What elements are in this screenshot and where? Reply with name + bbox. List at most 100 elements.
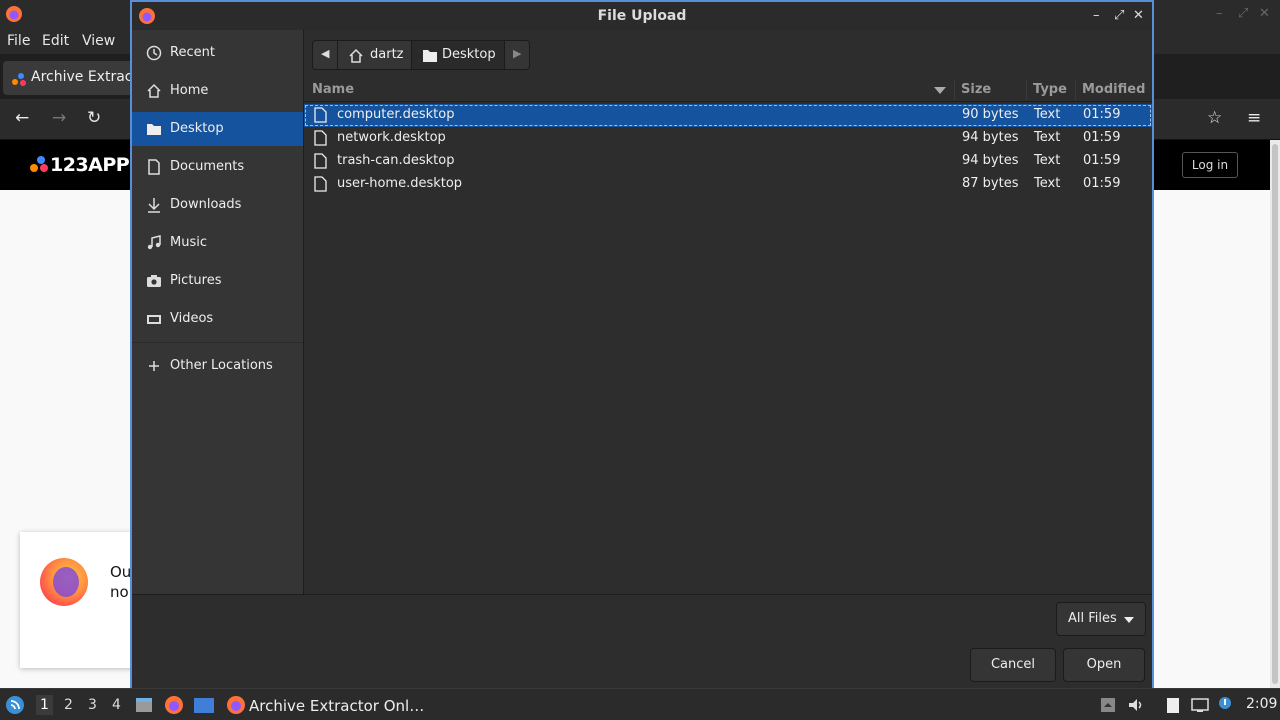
firefox-launcher-icon[interactable]	[164, 695, 184, 715]
dialog-titlebar: File Upload – ⤢ ✕	[132, 2, 1152, 30]
sidebar-item-recent[interactable]: Recent	[132, 36, 303, 70]
column-divider	[1075, 80, 1076, 100]
column-name[interactable]: Name	[312, 82, 354, 97]
hamburger-menu-icon[interactable]: ≡	[1247, 108, 1261, 128]
reload-icon[interactable]: ↻	[87, 108, 101, 128]
path-button-current[interactable]: Desktop	[411, 40, 505, 70]
download-icon	[148, 198, 160, 213]
sidebar-item-label: Videos	[170, 311, 214, 326]
tray-up-arrow-icon[interactable]	[1099, 696, 1117, 714]
sidebar-item-pictures[interactable]: Pictures	[132, 264, 303, 298]
path-label: Desktop	[442, 47, 496, 62]
sidebar-item-other-locations[interactable]: Other Locations	[132, 349, 303, 383]
notice-text-line2: no	[110, 583, 129, 601]
column-type[interactable]: Type	[1033, 82, 1067, 97]
back-icon[interactable]: ←	[15, 108, 29, 128]
menu-edit[interactable]: Edit	[42, 33, 69, 49]
home-icon	[349, 48, 363, 63]
file-size: 90 bytes	[962, 107, 1019, 122]
chevron-left-icon: ◀	[321, 47, 330, 60]
sidebar-item-downloads[interactable]: Downloads	[132, 188, 303, 222]
clock-icon	[146, 45, 162, 61]
menu-file[interactable]: File	[7, 33, 30, 49]
sidebar-item-home[interactable]: Home	[132, 74, 303, 108]
firefox-logo-icon	[40, 558, 88, 606]
filter-label: All Files	[1068, 611, 1117, 626]
notice-text-line1: Ou	[110, 563, 132, 581]
workspace-4[interactable]: 4	[112, 697, 121, 713]
file-row-user-home-desktop[interactable]: user-home.desktop 87 bytes Text 01:59	[304, 173, 1152, 196]
workspace-3[interactable]: 3	[88, 697, 97, 713]
network-icon[interactable]	[1191, 696, 1209, 714]
chevron-right-icon: ▶	[513, 47, 522, 60]
path-back-button[interactable]: ◀	[312, 40, 338, 70]
file-type: Text	[1034, 153, 1061, 168]
firefox-task-icon	[227, 696, 245, 714]
column-modified[interactable]: Modified	[1082, 82, 1145, 97]
column-header: Name Size Type Modified	[304, 78, 1152, 102]
workspace-2[interactable]: 2	[64, 697, 73, 713]
sidebar-item-desktop[interactable]: Desktop	[132, 112, 303, 146]
site-logo[interactable]: 123APPS	[30, 154, 143, 176]
workspace-1[interactable]: 1	[36, 695, 53, 715]
path-bar: ◀ dartz Desktop ▶	[304, 30, 1152, 78]
file-row-network-desktop[interactable]: network.desktop 94 bytes Text 01:59	[304, 127, 1152, 150]
minimize-icon[interactable]: –	[1093, 8, 1100, 23]
folder-icon	[423, 50, 437, 62]
file-type: Text	[1034, 176, 1061, 191]
login-button[interactable]: Log in	[1182, 152, 1238, 178]
clipboard-icon[interactable]	[1164, 696, 1182, 714]
sidebar-item-documents[interactable]: Documents	[132, 150, 303, 184]
terminal-icon[interactable]	[193, 695, 215, 715]
sidebar-item-label: Home	[170, 83, 209, 98]
sidebar-item-label: Desktop	[170, 121, 224, 136]
taskbar-window-title[interactable]: Archive Extractor Onl…	[249, 697, 424, 715]
browser-tab[interactable]: Archive Extractor Online	[3, 61, 202, 95]
logo-text: 123APPS	[50, 154, 143, 176]
document-icon	[148, 159, 160, 175]
close-icon[interactable]: ✕	[1133, 8, 1144, 23]
file-row-computer-desktop[interactable]: computer.desktop 90 bytes Text 01:59	[304, 104, 1152, 127]
close-icon: ✕	[1259, 6, 1270, 21]
open-button[interactable]: Open	[1063, 648, 1145, 682]
file-name: computer.desktop	[337, 107, 455, 122]
home-icon	[147, 83, 161, 98]
column-size[interactable]: Size	[961, 82, 991, 97]
minimize-icon: –	[1216, 6, 1223, 21]
dialog-title: File Upload	[597, 8, 687, 24]
folder-icon	[147, 124, 161, 135]
places-sidebar: Recent Home Desktop Documents Downloads …	[132, 30, 304, 594]
taskbar: 1 2 3 4 Archive Extractor Onl… 2:09	[0, 688, 1280, 720]
sidebar-item-label: Other Locations	[170, 358, 273, 373]
file-size: 94 bytes	[962, 130, 1019, 145]
file-modified: 01:59	[1083, 130, 1121, 145]
notification-icon[interactable]	[1217, 696, 1235, 714]
file-name: trash-can.desktop	[337, 153, 455, 168]
plus-icon	[149, 361, 159, 371]
bookmark-star-icon[interactable]: ☆	[1207, 108, 1222, 128]
page-scrollbar[interactable]	[1270, 140, 1280, 688]
video-icon	[147, 315, 161, 324]
path-label: dartz	[370, 47, 404, 62]
sidebar-item-label: Downloads	[170, 197, 242, 212]
logo-dots-icon	[30, 155, 50, 173]
sidebar-item-music[interactable]: Music	[132, 226, 303, 260]
sidebar-item-videos[interactable]: Videos	[132, 302, 303, 336]
sidebar-item-label: Documents	[170, 159, 245, 174]
menu-view[interactable]: View	[82, 33, 115, 49]
path-forward-button[interactable]: ▶	[504, 40, 530, 70]
clock[interactable]: 2:09	[1246, 696, 1277, 712]
file-manager-icon[interactable]	[134, 695, 154, 715]
volume-icon[interactable]	[1127, 696, 1145, 714]
file-type: Text	[1034, 130, 1061, 145]
file-row-trash-can-desktop[interactable]: trash-can.desktop 94 bytes Text 01:59	[304, 150, 1152, 173]
start-menu-icon[interactable]	[5, 695, 25, 715]
file-filter-dropdown[interactable]: All Files	[1056, 602, 1146, 636]
forward-icon[interactable]: →	[52, 108, 66, 128]
path-button-home[interactable]: dartz	[337, 40, 412, 70]
maximize-icon[interactable]: ⤢	[1114, 8, 1124, 23]
cancel-button[interactable]: Cancel	[970, 648, 1056, 682]
text-file-icon	[314, 153, 327, 169]
text-file-icon	[314, 130, 327, 146]
file-list: Name Size Type Modified computer.desktop…	[304, 78, 1152, 594]
